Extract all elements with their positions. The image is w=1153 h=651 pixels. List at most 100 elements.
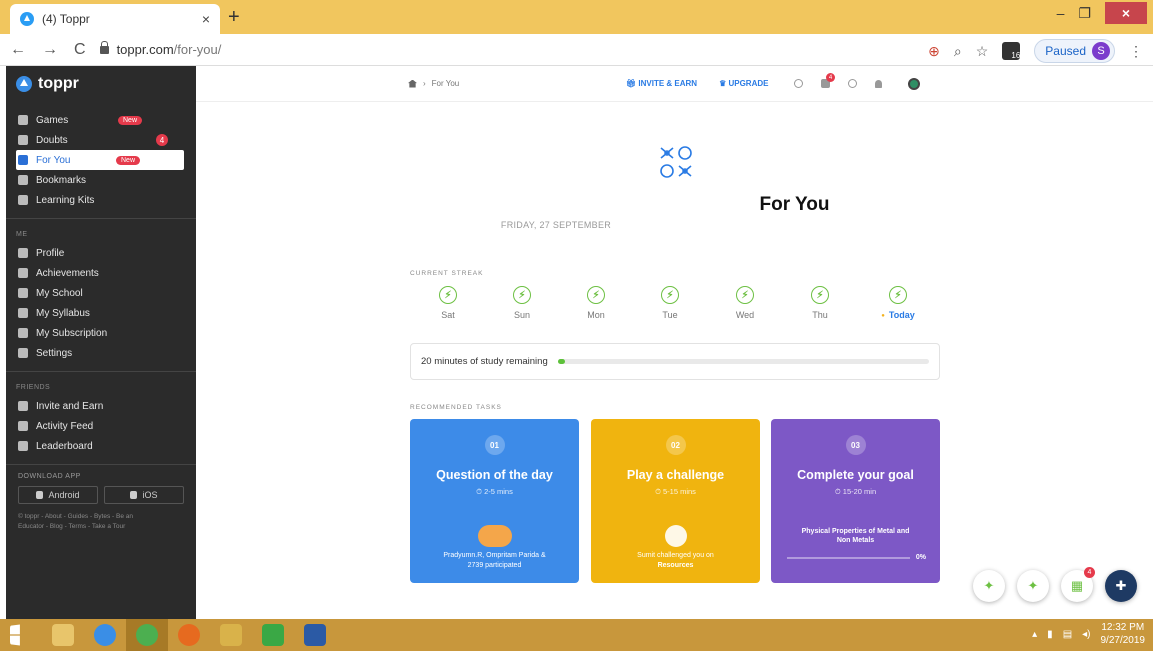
android-label: Android (48, 490, 80, 500)
footer-links[interactable]: © toppr - About - Guides - Bytes - Be an… (6, 510, 196, 534)
sidebar-item-leaderboard[interactable]: Leaderboard (6, 436, 196, 456)
toppr-logo[interactable]: toppr (6, 66, 196, 102)
bar-chart-icon (18, 441, 28, 451)
lock-icon (99, 40, 109, 54)
upgrade-link[interactable]: ♛︎ UPGRADE (719, 79, 768, 88)
sidebar-item-label: Profile (36, 247, 65, 259)
new-badge: New (116, 155, 141, 165)
sidebar-item-label: Leaderboard (36, 440, 93, 452)
sidebar-item-learning-kits[interactable]: Learning Kits (6, 190, 196, 210)
search-icon[interactable] (794, 79, 803, 88)
sidebar-item-my-school[interactable]: My School (6, 283, 196, 303)
sidebar-item-for-you[interactable]: For You New (16, 150, 184, 170)
sidebar-item-profile[interactable]: Profile (6, 243, 196, 263)
store-icon[interactable] (252, 619, 294, 651)
streak-day: ⚡︎ Thu (790, 286, 850, 320)
upgrade-label: UPGRADE (728, 79, 769, 88)
volume-icon[interactable]: ◂) (1082, 629, 1090, 640)
recommended-heading: RECOMMENDED TASKS (410, 404, 502, 411)
file-explorer-icon[interactable] (42, 619, 84, 651)
forward-icon[interactable]: → (42, 41, 58, 59)
day-label: Wed (735, 310, 755, 320)
new-tab-button[interactable]: + (228, 6, 240, 29)
card-footer-line: Pradyumn.R, Ompritam Parida & (443, 552, 546, 559)
sidebar: toppr Games New Doubts 4 For You New Boo… (6, 66, 196, 619)
ios-download-button[interactable]: iOS (104, 486, 184, 504)
grid-icon (18, 155, 28, 165)
card-title: Play a challenge (626, 468, 725, 482)
phone-icon[interactable] (848, 79, 857, 88)
refer-fab-icon[interactable]: ✦ (973, 570, 1005, 602)
tab-close-icon[interactable]: × (202, 11, 210, 27)
chat-fab-icon[interactable]: ✚ (1105, 570, 1137, 602)
card-number: 03 (845, 435, 866, 455)
android-download-button[interactable]: Android (18, 486, 98, 504)
window-close-button[interactable]: × (1105, 2, 1147, 24)
outlook-icon[interactable] (210, 619, 252, 651)
sidebar-item-settings[interactable]: Settings (6, 343, 196, 363)
study-remaining-text: 20 minutes of study remaining (421, 356, 548, 367)
android-icon (36, 491, 44, 499)
browser-tab[interactable]: (4) Toppr × (10, 4, 220, 34)
sidebar-item-doubts[interactable]: Doubts 4 (6, 130, 196, 150)
translate-icon[interactable]: ⊕ (928, 43, 940, 60)
profile-paused-button[interactable]: Paused S (1034, 39, 1115, 63)
browser-menu-icon[interactable]: ⋮ (1129, 43, 1143, 60)
sidebar-item-activity-feed[interactable]: Activity Feed (6, 416, 196, 436)
tray-overflow-icon[interactable]: ▴ (1032, 629, 1037, 640)
task-card-play-challenge[interactable]: 02 Play a challenge ⏱︎ 5-15 mins Sumit c… (591, 419, 760, 583)
firefox-icon[interactable] (168, 619, 210, 651)
back-icon[interactable]: ← (10, 41, 26, 59)
streak-day: ⚡︎ Sun (492, 286, 552, 320)
home-icon[interactable] (408, 79, 417, 88)
network-icon[interactable]: ▤ (1063, 629, 1072, 640)
card-duration-text: 2-5 mins (484, 487, 513, 496)
extension-icon[interactable]: 16 (1002, 42, 1021, 60)
logo-text: toppr (38, 75, 79, 92)
chrome-icon[interactable] (126, 619, 168, 651)
maximize-button[interactable]: ❐ (1078, 5, 1091, 22)
system-tray: ▴ ▮ ▤ ◂) 12:32 PM 9/27/2019 (1032, 621, 1145, 647)
clock[interactable]: 12:32 PM 9/27/2019 (1101, 621, 1146, 647)
user-avatar[interactable] (908, 77, 920, 90)
taskbar: ▴ ▮ ▤ ◂) 12:32 PM 9/27/2019 (0, 619, 1153, 651)
sidebar-item-achievements[interactable]: Achievements (6, 263, 196, 283)
url-host: toppr.com (116, 42, 174, 57)
bookmark-star-icon[interactable]: ☆ (976, 43, 989, 60)
profile-avatar: S (1092, 42, 1110, 60)
sidebar-item-bookmarks[interactable]: Bookmarks (6, 170, 196, 190)
divider (6, 464, 196, 465)
invite-earn-link[interactable]: 🎁︎ INVITE & EARN (626, 79, 697, 88)
sidebar-item-my-subscription[interactable]: My Subscription (6, 323, 196, 343)
bell-icon[interactable] (875, 79, 882, 88)
task-card-question-of-day[interactable]: 01 Question of the day ⏱︎ 2-5 mins Prady… (410, 419, 579, 583)
study-progress-bar (557, 359, 929, 364)
url-field[interactable]: toppr.com/for-you/ (99, 40, 221, 57)
sidebar-item-games[interactable]: Games New (6, 110, 196, 130)
messages-icon[interactable]: 4 (821, 73, 835, 88)
card-duration: ⏱︎ 2-5 mins (476, 487, 513, 496)
top-nav: › For You 🎁︎ INVITE & EARN ♛︎ UPGRADE 4 (196, 66, 1153, 102)
sidebar-item-label: Settings (36, 347, 73, 359)
apps-grid-fab[interactable]: ▦ 4 (1061, 567, 1095, 602)
for-you-logo-icon (660, 146, 692, 178)
refer-fab-icon[interactable]: ✦ (1017, 570, 1049, 602)
zoom-icon[interactable]: ⌕ (954, 43, 962, 60)
doubts-icon (18, 135, 28, 145)
internet-explorer-icon[interactable] (84, 619, 126, 651)
word-icon[interactable] (294, 619, 336, 651)
sidebar-item-my-syllabus[interactable]: My Syllabus (6, 303, 196, 323)
tab-title: (4) Toppr (42, 12, 90, 26)
sidebar-item-invite-and-earn[interactable]: Invite and Earn (6, 396, 196, 416)
windows-start-icon[interactable] (0, 619, 42, 651)
battery-icon[interactable]: ▮ (1047, 629, 1053, 640)
sidebar-item-label: Achievements (36, 267, 99, 279)
task-card-complete-goal[interactable]: 03 Complete your goal ⏱︎ 15-20 min Physi… (771, 419, 940, 583)
reload-icon[interactable]: C (74, 41, 86, 59)
minimize-button[interactable]: – (1057, 5, 1065, 21)
day-label: Today (868, 310, 928, 320)
card-duration: ⏱︎ 15-20 min (834, 487, 877, 496)
invite-earn-label: INVITE & EARN (638, 79, 698, 88)
sidebar-item-label: Learning Kits (36, 194, 95, 206)
school-icon (18, 288, 28, 298)
